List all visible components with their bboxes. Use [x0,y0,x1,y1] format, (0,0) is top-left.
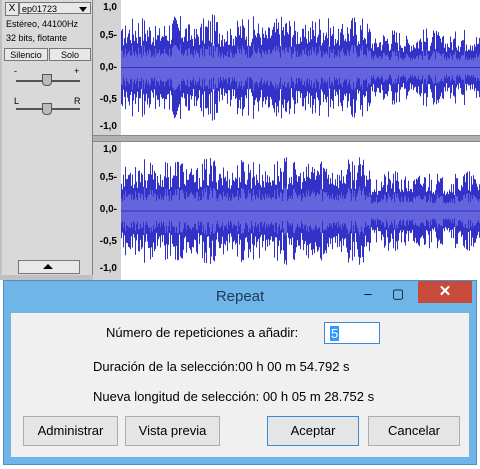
gain-plus-label: + [74,66,80,76]
gain-slider-thumb[interactable] [42,74,52,86]
ruler-tick: 0,5- [99,172,117,183]
waveform-left-channel[interactable] [121,0,480,135]
chevron-down-icon [79,7,87,12]
mute-button[interactable]: Silencio [4,48,48,61]
collapse-track-button[interactable] [18,260,80,274]
ruler-tick: 1,0 [103,144,117,155]
close-icon[interactable]: ✕ [418,281,472,303]
repeat-dialog: Repeat ‒ ▢ ✕ Número de repeticiones a añ… [3,280,477,465]
ruler-tick: -0,5 [99,236,117,247]
track-close-button[interactable]: X [5,2,19,16]
ok-button[interactable]: Aceptar [267,416,359,446]
ruler-tick: 0,5- [99,30,117,41]
waveform-right-channel[interactable] [121,142,480,280]
pan-right-label: R [74,96,81,106]
dialog-body: Número de repeticiones a añadir: 5 Durac… [11,313,469,457]
ruler-tick: 1,0 [103,2,117,13]
solo-button[interactable]: Solo [49,48,91,61]
audacity-main-window: X ep01723 Estéreo, 44100Hz 32 bits, flot… [0,0,480,280]
repeat-count-input[interactable]: 5 [324,322,380,344]
vertical-ruler-right: 1,0 0,5- 0,0- -0,5 -1,0 [93,142,121,280]
minimize-icon[interactable]: ‒ [356,283,380,305]
preview-button[interactable]: Vista previa [125,416,220,446]
ruler-tick: -1,0 [99,121,117,132]
selection-duration: Duración de la selección:00 h 00 m 54.79… [93,359,350,374]
ruler-tick: -0,5 [99,94,117,105]
gain-minus-label: - [14,66,17,76]
repeat-count-label: Número de repeticiones a añadir: [106,325,299,340]
maximize-icon[interactable]: ▢ [386,283,410,305]
track-format: Estéreo, 44100Hz [6,19,79,29]
cancel-button[interactable]: Cancelar [368,416,460,446]
manage-button[interactable]: Administrar [23,416,118,446]
ruler-tick: 0,0- [99,62,117,73]
track-name-menu[interactable]: ep01723 [19,2,91,14]
vertical-ruler-left: 1,0 0,5- 0,0- -0,5 -1,0 [93,0,121,135]
repeat-count-value: 5 [330,326,340,341]
track-name: ep01723 [22,4,58,14]
track-separator[interactable] [93,135,480,142]
new-selection-length: Nueva longitud de selección: 00 h 05 m 2… [93,389,375,404]
ruler-tick: -1,0 [99,263,117,274]
pan-left-label: L [14,96,20,106]
track-control-panel: X ep01723 Estéreo, 44100Hz 32 bits, flot… [2,0,93,275]
pan-slider-thumb[interactable] [42,103,52,115]
ruler-tick: 0,0- [99,204,117,215]
dialog-titlebar[interactable]: Repeat ‒ ▢ ✕ [4,281,476,313]
track-bit-depth: 32 bits, flotante [6,33,68,43]
